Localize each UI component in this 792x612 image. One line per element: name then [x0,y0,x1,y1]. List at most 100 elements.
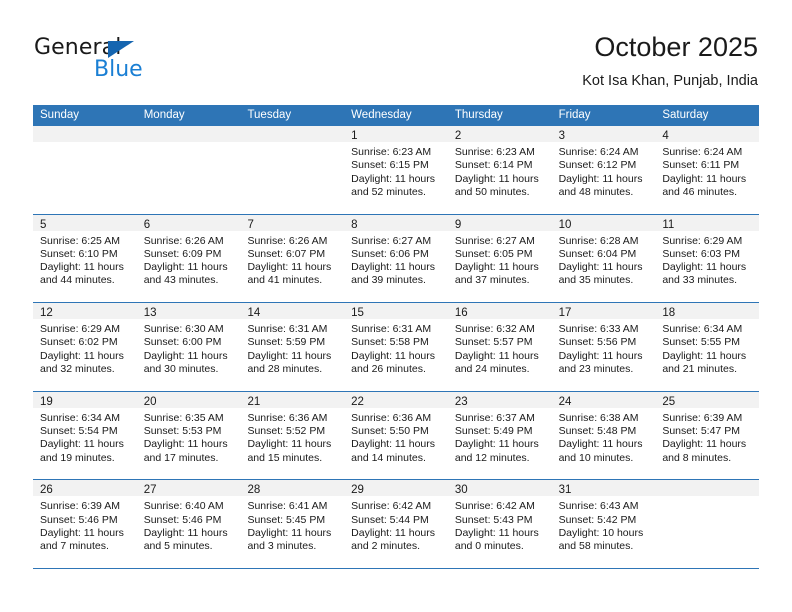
day-number: 9 [454,218,462,231]
day-number-band: 6 [136,214,241,231]
day-details: Sunrise: 6:40 AM Sunset: 5:46 PM Daylight:… [137,496,241,553]
calendar-day-cell-7[interactable]: 7 Sunrise: 6:26 AM Sunset: 6:07 PM Daylight… [240,214,345,303]
general-blue-logo[interactable]: General Blue [34,36,264,88]
calendar-day-cell-26[interactable]: 26 Sunrise: 6:39 AM Sunset: 5:46 PM Dayligh… [33,480,137,568]
weekday-header-sunday: Sunday [40,109,80,121]
day-detail-line: Sunset: 6:04 PM [558,247,637,260]
calendar-day-cell-11[interactable]: 11 Sunrise: 6:29 AM Sunset: 6:03 PM Dayligh… [655,214,760,303]
day-detail-line: Sunset: 5:45 PM [247,513,326,526]
day-detail-line: and 14 minutes. [351,451,426,464]
day-detail-line: Daylight: 11 hours [40,526,124,539]
weekday-header-wednesday: Wednesday [351,109,412,121]
day-detail-line: Sunrise: 6:25 AM [40,234,120,247]
day-detail-line: Sunset: 6:02 PM [40,336,118,349]
day-details: Sunrise: 6:25 AM Sunset: 6:10 PM Daylight:… [33,231,137,288]
calendar-day-cell-27[interactable]: 27 Sunrise: 6:40 AM Sunset: 5:46 PM Dayligh… [136,480,241,568]
day-number: 25 [662,395,676,408]
day-number-band: 8 [344,214,448,231]
day-detail-line: and 32 minutes. [40,363,115,376]
day-detail-line: Sunset: 6:10 PM [40,247,118,260]
calendar-day-cell-24[interactable]: 24 Sunrise: 6:38 AM Sunset: 5:48 PM Dayligh… [551,391,656,480]
day-details: Sunrise: 6:29 AM Sunset: 6:03 PM Daylight:… [655,231,759,288]
calendar-day-cell-31[interactable]: 31 Sunrise: 6:43 AM Sunset: 5:42 PM Dayligh… [551,480,656,568]
calendar-day-cell-13[interactable]: 13 Sunrise: 6:30 AM Sunset: 6:00 PM Dayligh… [136,303,241,391]
day-detail-line: and 37 minutes. [454,274,530,287]
calendar-day-cell-21[interactable]: 21 Sunrise: 6:36 AM Sunset: 5:52 PM Dayligh… [240,391,345,480]
day-number-band: 30 [447,480,552,497]
calendar-day-cell-29[interactable]: 29 Sunrise: 6:42 AM Sunset: 5:44 PM Dayligh… [344,480,448,568]
day-details: Sunrise: 6:36 AM Sunset: 5:50 PM Daylight:… [344,408,448,465]
day-detail-line: Daylight: 11 hours [351,526,436,539]
day-details: Sunrise: 6:26 AM Sunset: 6:07 PM Daylight:… [240,231,344,288]
day-number-band: 18 [655,303,760,320]
day-number-band: 5 [33,214,137,231]
day-number-band: 2 [447,126,552,142]
day-detail-line: Sunrise: 6:36 AM [247,411,328,424]
calendar-day-cell-2[interactable]: 2 Sunrise: 6:23 AM Sunset: 6:14 PM Daylight… [447,126,552,214]
day-detail-line: Daylight: 11 hours [558,172,643,185]
calendar-day-cell-10[interactable]: 10 Sunrise: 6:28 AM Sunset: 6:04 PM Dayligh… [551,214,656,303]
day-detail-line: Sunrise: 6:36 AM [351,411,432,424]
day-detail-line: and 35 minutes. [558,274,634,287]
day-number-band: 19 [33,391,137,408]
calendar-day-cell-12[interactable]: 12 Sunrise: 6:29 AM Sunset: 6:02 PM Dayligh… [33,303,137,391]
day-details: Sunrise: 6:28 AM Sunset: 6:04 PM Daylight:… [552,231,656,288]
day-number: 22 [351,395,364,408]
calendar-day-cell-5[interactable]: 5 Sunrise: 6:25 AM Sunset: 6:10 PM Daylight… [33,214,137,303]
calendar-day-cell-15[interactable]: 15 Sunrise: 6:31 AM Sunset: 5:58 PM Dayligh… [344,303,448,391]
day-detail-line: Daylight: 11 hours [247,349,332,362]
calendar-day-cell-23[interactable]: 23 Sunrise: 6:37 AM Sunset: 5:49 PM Dayligh… [447,391,552,480]
calendar-day-cell-19[interactable]: 19 Sunrise: 6:34 AM Sunset: 5:54 PM Dayligh… [33,391,137,480]
day-detail-line: and 24 minutes. [454,363,530,376]
day-detail-line: and 2 minutes. [351,540,421,553]
day-number-band: 11 [655,214,760,231]
calendar-day-cell-16[interactable]: 16 Sunrise: 6:32 AM Sunset: 5:57 PM Dayligh… [447,303,552,391]
calendar-day-cell-14[interactable]: 14 Sunrise: 6:31 AM Sunset: 5:59 PM Dayligh… [240,303,345,391]
day-number-band: 15 [344,303,448,320]
day-detail-line: and 10 minutes. [558,451,634,464]
calendar-day-cell-4[interactable]: 4 Sunrise: 6:24 AM Sunset: 6:11 PM Daylight… [655,126,760,214]
day-detail-line: Daylight: 11 hours [351,349,436,362]
calendar-day-cell-18[interactable]: 18 Sunrise: 6:34 AM Sunset: 5:55 PM Dayligh… [655,303,760,391]
calendar-day-cell-25[interactable]: 25 Sunrise: 6:39 AM Sunset: 5:47 PM Dayligh… [655,391,760,480]
calendar-weeks: 1 Sunrise: 6:23 AM Sunset: 6:15 PM Daylight… [33,126,760,569]
day-detail-line: Sunset: 5:46 PM [40,513,118,526]
calendar-day-cell-6[interactable]: 6 Sunrise: 6:26 AM Sunset: 6:09 PM Daylight… [136,214,241,303]
day-detail-line: Sunset: 5:59 PM [247,336,326,349]
calendar-day-cell-28[interactable]: 28 Sunrise: 6:41 AM Sunset: 5:45 PM Dayligh… [240,480,345,568]
day-number-band: 21 [240,391,345,408]
day-detail-line: and 7 minutes. [40,540,109,553]
day-detail-line: and 3 minutes. [247,540,317,553]
calendar-day-cell-8[interactable]: 8 Sunrise: 6:27 AM Sunset: 6:06 PM Daylight… [344,214,448,303]
day-number-band [33,126,137,142]
day-number: 11 [662,218,675,231]
calendar-day-cell-3[interactable]: 3 Sunrise: 6:24 AM Sunset: 6:12 PM Daylight… [551,126,656,214]
day-detail-line: Sunset: 5:56 PM [558,336,637,349]
day-number: 24 [558,395,572,408]
day-detail-line: Daylight: 11 hours [351,172,436,185]
day-details: Sunrise: 6:39 AM Sunset: 5:47 PM Daylight:… [655,408,759,465]
day-detail-line: Sunset: 5:54 PM [40,425,118,438]
day-details: Sunrise: 6:23 AM Sunset: 6:14 PM Daylight:… [448,142,552,199]
day-detail-line: and 43 minutes. [143,274,219,287]
day-detail-line: and 39 minutes. [351,274,426,287]
day-detail-line: Sunset: 5:53 PM [143,425,222,438]
day-detail-line: Daylight: 11 hours [454,349,539,362]
day-number-band [655,480,760,497]
calendar-day-cell-20[interactable]: 20 Sunrise: 6:35 AM Sunset: 5:53 PM Dayligh… [136,391,241,480]
calendar-day-cell-22[interactable]: 22 Sunrise: 6:36 AM Sunset: 5:50 PM Dayligh… [344,391,448,480]
calendar-day-cell-1[interactable]: 1 Sunrise: 6:23 AM Sunset: 6:15 PM Daylight… [344,126,448,214]
day-number-band: 22 [344,391,448,408]
calendar-day-cell-30[interactable]: 30 Sunrise: 6:42 AM Sunset: 5:43 PM Dayligh… [447,480,552,568]
day-detail-line: Daylight: 11 hours [143,438,228,451]
day-detail-line: and 30 minutes. [143,363,219,376]
day-number-band: 25 [655,391,760,408]
calendar-week-row: 1 Sunrise: 6:23 AM Sunset: 6:15 PM Daylight… [33,126,760,215]
calendar-day-cell-17[interactable]: 17 Sunrise: 6:33 AM Sunset: 5:56 PM Dayligh… [551,303,656,391]
day-detail-line: Sunrise: 6:24 AM [662,146,743,158]
calendar-day-cell-9[interactable]: 9 Sunrise: 6:27 AM Sunset: 6:05 PM Daylight… [447,214,552,303]
day-details: Sunrise: 6:29 AM Sunset: 6:02 PM Daylight:… [33,319,137,376]
page-header: General Blue October 2025 Kot Isa Khan, … [0,0,792,100]
day-detail-line: Sunset: 6:06 PM [351,247,429,260]
day-number: 6 [143,218,151,231]
